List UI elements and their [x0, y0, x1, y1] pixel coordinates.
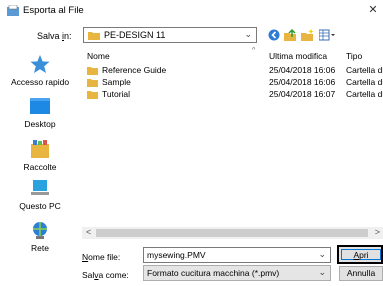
- folder-icon: [87, 91, 98, 99]
- file-list[interactable]: ^ Nome Ultima modifica Tipo Reference Gu…: [82, 47, 383, 240]
- file-type: Cartella di file: [346, 77, 383, 87]
- folder-icon: [88, 32, 100, 40]
- cancel-button[interactable]: Annulla: [339, 266, 383, 281]
- column-name[interactable]: Nome: [87, 51, 110, 61]
- app-icon: [7, 5, 19, 16]
- scroll-right-icon[interactable]: >: [375, 227, 380, 237]
- place-desktop[interactable]: Desktop: [0, 96, 80, 129]
- place-label: Rete: [31, 243, 49, 253]
- up-folder-icon[interactable]: [284, 28, 296, 42]
- sort-caret-icon: ^: [252, 47, 256, 54]
- save-as-type-label: Salva come:: [82, 270, 129, 280]
- folder-icon: [87, 79, 98, 87]
- file-date: 25/04/2018 16:06: [269, 77, 336, 87]
- file-name: Sample: [102, 77, 131, 87]
- window-title: Esporta al File: [23, 5, 84, 16]
- list-item[interactable]: Reference Guide 25/04/2018 16:06 Cartell…: [82, 65, 383, 76]
- file-name-value: mysewing.PMV: [147, 250, 206, 260]
- place-network[interactable]: Rete: [0, 220, 80, 253]
- back-icon[interactable]: [268, 28, 280, 42]
- list-item[interactable]: Sample 25/04/2018 16:06 Cartella di file: [82, 77, 383, 88]
- file-name: Tutorial: [102, 89, 131, 99]
- file-date: 25/04/2018 16:07: [269, 89, 336, 99]
- scroll-left-icon[interactable]: <: [86, 227, 91, 237]
- column-type[interactable]: Tipo: [346, 51, 362, 61]
- file-date: 25/04/2018 16:06: [269, 65, 336, 75]
- place-label: Accesso rapido: [10, 77, 70, 87]
- save-as-type-value: Formato cucitura macchina (*.pmv): [147, 268, 280, 278]
- new-folder-icon[interactable]: [301, 28, 315, 42]
- horizontal-scrollbar[interactable]: < >: [82, 227, 383, 239]
- file-type: Cartella di file: [346, 89, 383, 99]
- file-name-input[interactable]: mysewing.PMV ⌄: [143, 247, 331, 263]
- save-in-value: PE-DESIGN 11: [104, 30, 166, 40]
- open-button-label: Apri: [341, 249, 381, 260]
- desktop-icon: [30, 98, 50, 114]
- place-libraries[interactable]: Raccolte: [0, 139, 80, 172]
- file-name-label: Nome file:: [82, 252, 121, 262]
- places-bar: Accesso rapido Desktop Raccolte Questo P…: [0, 48, 80, 254]
- close-icon[interactable]: ✕: [366, 3, 380, 17]
- view-menu-icon[interactable]: [319, 28, 335, 42]
- scroll-thumb[interactable]: [96, 229, 368, 237]
- save-in-dropdown[interactable]: PE-DESIGN 11 ⌄: [83, 27, 257, 43]
- place-label: Raccolte: [23, 162, 57, 172]
- file-type: Cartella di file: [346, 65, 383, 75]
- place-label: Desktop: [24, 119, 56, 129]
- libraries-icon: [31, 140, 49, 158]
- network-icon: [33, 222, 47, 239]
- column-modified[interactable]: Ultima modifica: [269, 51, 327, 61]
- save-in-label: Salva in:: [37, 31, 72, 41]
- open-button[interactable]: Apri: [337, 245, 383, 264]
- folder-icon: [87, 67, 98, 75]
- chevron-down-icon[interactable]: ⌄: [244, 29, 252, 40]
- place-quick-access[interactable]: Accesso rapido: [0, 54, 80, 87]
- place-label: Questo PC: [19, 201, 61, 211]
- save-as-type-select[interactable]: Formato cucitura macchina (*.pmv) ⌄: [143, 265, 331, 281]
- chevron-down-icon[interactable]: ⌄: [318, 267, 326, 278]
- list-item[interactable]: Tutorial 25/04/2018 16:07 Cartella di fi…: [82, 89, 383, 100]
- title-bar: Esporta al File ✕: [0, 0, 383, 22]
- star-icon: [30, 55, 50, 73]
- computer-icon: [31, 180, 49, 195]
- place-this-pc[interactable]: Questo PC: [0, 178, 80, 211]
- chevron-down-icon[interactable]: ⌄: [318, 249, 326, 260]
- file-name: Reference Guide: [102, 65, 167, 75]
